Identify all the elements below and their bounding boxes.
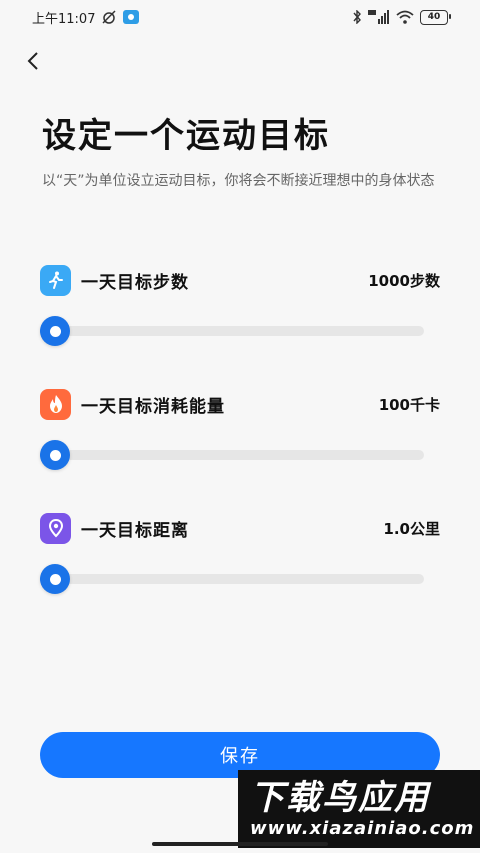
distance-slider[interactable] (40, 564, 424, 594)
watermark-title: 下载鸟应用 (250, 778, 430, 818)
battery-level: 40 (427, 12, 441, 22)
watermark: 下载鸟应用 www.xiazainiao.com (238, 770, 480, 848)
slider-thumb[interactable] (40, 564, 70, 594)
calories-slider[interactable] (40, 440, 424, 470)
goal-calories: 一天目标消耗能量 100千卡 (40, 388, 440, 488)
steps-slider[interactable] (40, 316, 424, 346)
goal-value: 1.0公里 (383, 519, 440, 538)
goal-label: 一天目标距离 (81, 520, 189, 541)
goal-label: 一天目标消耗能量 (81, 396, 225, 417)
flame-icon (40, 388, 71, 420)
status-left: 上午11:07 (32, 8, 140, 27)
goal-steps: 一天目标步数 1000步数 (40, 264, 440, 364)
slider-track (40, 450, 424, 460)
goal-distance: 一天目标距离 1.0公里 (40, 512, 440, 612)
wifi-icon (396, 10, 414, 24)
slider-thumb[interactable] (40, 316, 70, 346)
battery-icon: 40 (420, 9, 451, 25)
status-time: 上午11:07 (32, 11, 96, 27)
status-bar: 上午11:07 40 (0, 0, 480, 34)
slider-thumb[interactable] (40, 440, 70, 470)
signal-icon (368, 10, 390, 24)
goal-label: 一天目标步数 (81, 272, 189, 293)
slider-track (40, 326, 424, 336)
page-description: 以“天”为单位设立运动目标，你将会不断接近理想中的身体状态 (42, 173, 435, 189)
app-notification-icon (123, 10, 140, 24)
chevron-left-icon (27, 52, 38, 70)
home-indicator[interactable] (152, 842, 328, 846)
goal-value: 100千卡 (378, 395, 440, 414)
alarm-off-icon (101, 9, 117, 25)
bluetooth-icon (352, 10, 362, 24)
location-pin-icon (40, 512, 71, 544)
page-title: 设定一个运动目标 (42, 116, 330, 156)
watermark-url: www.xiazainiao.com (250, 818, 475, 839)
status-right: 40 (352, 9, 451, 25)
goal-value: 1000步数 (368, 271, 440, 290)
walking-icon (40, 264, 71, 296)
slider-track (40, 574, 424, 584)
back-button[interactable] (18, 46, 48, 76)
